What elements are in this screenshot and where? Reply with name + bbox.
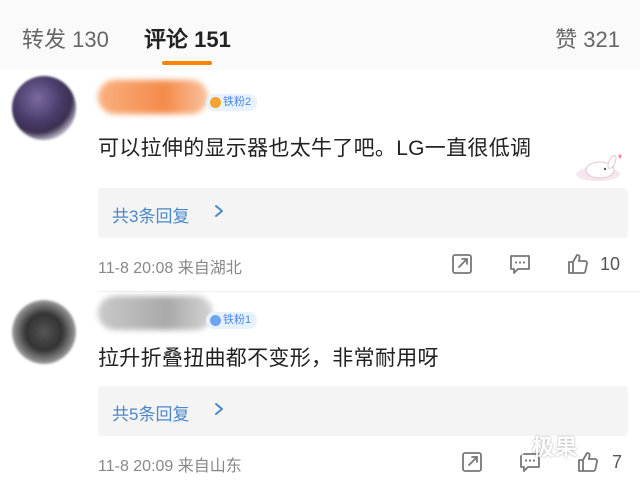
chevron-right-icon: [215, 205, 223, 217]
comment-meta: 11-8 20:09 来自山东: [98, 458, 242, 475]
watermark: 极果: [506, 430, 578, 462]
fan-badge: 铁粉2: [206, 94, 258, 111]
view-replies-button[interactable]: 共3条回复: [98, 188, 628, 238]
fan-badge-label: 铁粉2: [223, 96, 252, 108]
comment-text: 拉升折叠扭曲都不变形，非常耐用呀: [98, 347, 439, 370]
sticker-rabbit-icon: [576, 154, 622, 181]
tab-repost[interactable]: 转发 130: [22, 22, 109, 54]
share-icon[interactable]: [450, 252, 474, 276]
fan-badge-icon: [210, 315, 221, 326]
watermark-logo-icon: [507, 436, 527, 456]
username-blurred[interactable]: [98, 80, 208, 114]
avatar[interactable]: [12, 300, 76, 364]
comment-text: 可以拉伸的显示器也太牛了吧。LG一直很低调: [98, 137, 532, 160]
avatar[interactable]: [12, 76, 76, 140]
username-blurred[interactable]: [98, 296, 213, 330]
comment-meta: 11-8 20:08 来自湖北: [98, 260, 242, 277]
thumbs-up-icon[interactable]: [576, 450, 600, 474]
active-tab-indicator: [162, 61, 212, 65]
share-icon[interactable]: [460, 450, 484, 474]
fan-badge-label: 铁粉1: [223, 314, 252, 326]
watermark-text: 极果: [532, 435, 579, 460]
comment-item: 铁粉2 可以拉伸的显示器也太牛了吧。LG一直很低调 共3条回复 11-8 20:…: [0, 70, 640, 292]
view-replies-button[interactable]: 共5条回复: [98, 386, 628, 436]
comment-icon[interactable]: [508, 252, 532, 276]
tab-comments[interactable]: 评论 151: [144, 22, 231, 54]
like-count: 10: [600, 254, 621, 274]
chevron-right-icon: [215, 403, 223, 415]
like-count: 7: [612, 452, 623, 472]
fan-badge: 铁粉1: [206, 312, 258, 329]
view-replies-label: 共5条回复: [112, 405, 190, 424]
fan-badge-icon: [210, 97, 221, 108]
view-replies-label: 共3条回复: [112, 207, 190, 226]
comment-tabs: 转发 130 评论 151 赞 321: [0, 0, 640, 70]
thumbs-up-icon[interactable]: [566, 252, 590, 276]
tab-likes[interactable]: 赞 321: [555, 22, 620, 54]
